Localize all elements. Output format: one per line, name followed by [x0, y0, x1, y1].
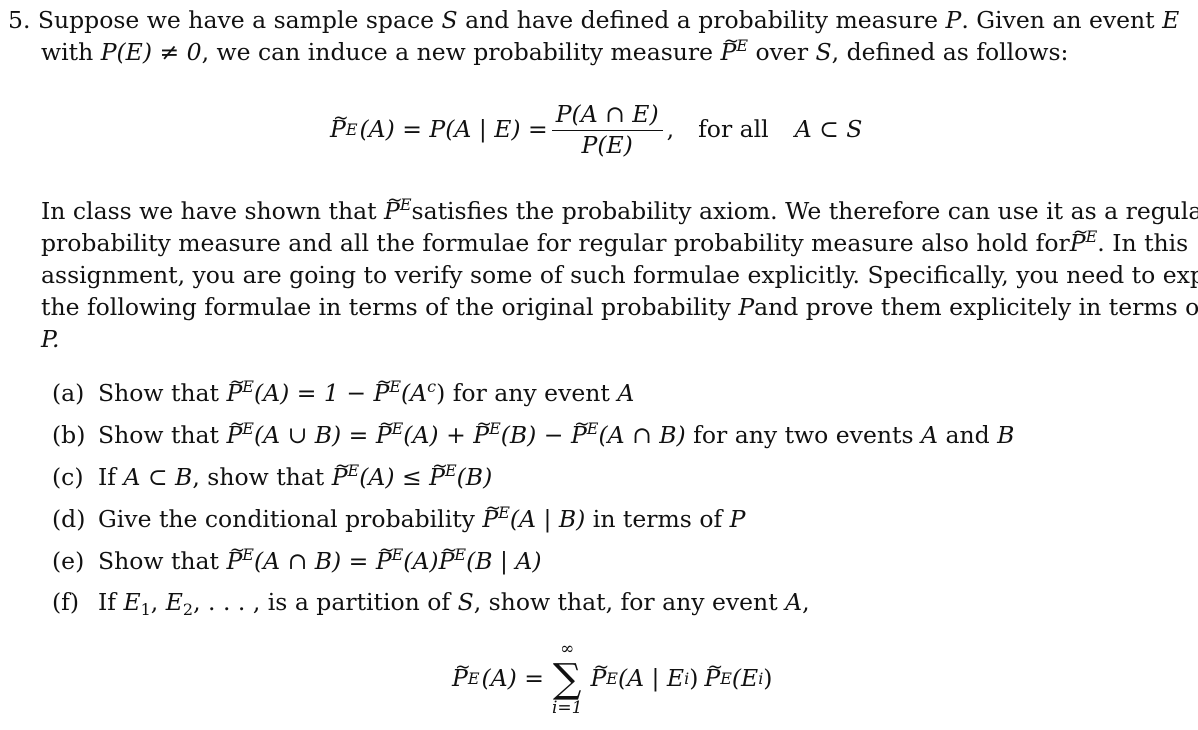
- item-b: (b) Show that ~ PE(A ∪ B) = ~ PE(A) + ~ PE(B…: [52, 414, 1015, 449]
- fraction-numerator: P(A ∩ E): [551, 102, 663, 131]
- paragraph-line-4: the following formulae in terms of the o…: [41, 293, 1198, 321]
- item-d: (d) Give the conditional probability ~ PE(…: [52, 498, 746, 533]
- intro-line-2: with P(E) ≠ 0, we can induce a new proba…: [41, 31, 1069, 66]
- item-f: (f) If E1, E2, . . . , is a partition of …: [52, 588, 810, 619]
- intro-line-1: 5. Suppose we have a sample space S and …: [8, 6, 1180, 34]
- p-tilde-symbol: ~ P: [373, 372, 393, 407]
- sum-lower-limit: i=1: [551, 697, 583, 718]
- p-tilde-symbol: ~ P: [429, 456, 448, 491]
- p-tilde-symbol: ~ P: [375, 414, 395, 449]
- p-tilde-symbol: ~ P: [375, 540, 395, 575]
- p-tilde-symbol: ~ P: [330, 108, 349, 144]
- p-tilde-symbol: ~ P: [704, 656, 724, 692]
- paragraph-line-2: probability measure and all the formulae…: [41, 222, 1189, 257]
- fraction: P(A ∩ E) P(E): [551, 102, 663, 159]
- paragraph-line-1: In class we have shown that ~ PE satisfie…: [41, 190, 1198, 225]
- fraction-denominator: P(E): [581, 130, 633, 159]
- p-tilde-symbol: ~ P: [384, 190, 403, 225]
- p-tilde-symbol: ~ P: [482, 498, 502, 533]
- p-tilde-symbol: ~ P: [226, 414, 246, 449]
- item-e: (e) Show that ~ PE(A ∩ B) = ~ PE(A) ~ PE(B | …: [52, 540, 542, 575]
- paragraph-line-3: assignment, you are going to verify some…: [41, 261, 1198, 289]
- p-tilde-symbol: ~ P: [720, 31, 740, 66]
- partition-formula: ~ P E (A) = ∞ ∑ i=1 ~ P E (A | Ei) ~ P E (E i): [452, 639, 773, 718]
- paragraph-line-5: P.: [41, 325, 60, 353]
- p-tilde-symbol: ~ P: [226, 372, 246, 407]
- p-tilde-symbol: ~ P: [226, 540, 246, 575]
- item-c: (c) If A ⊂ B, show that ~ PE(A) ≤ ~ PE(B): [52, 456, 493, 491]
- p-tilde-symbol: ~ P: [1069, 222, 1089, 257]
- p-tilde-symbol: ~ P: [452, 656, 471, 692]
- item-a: (a) Show that ~ PE(A) = 1 − ~ PE(Ac) for an…: [52, 372, 635, 407]
- summation: ∞ ∑ i=1: [552, 640, 583, 717]
- p-tilde-symbol: ~ P: [473, 414, 492, 449]
- p-tilde-symbol: ~ P: [590, 656, 610, 692]
- sigma-symbol: ∑: [552, 655, 582, 702]
- p-tilde-symbol: ~ P: [438, 540, 458, 575]
- p-tilde-symbol: ~ P: [570, 414, 590, 449]
- problem-number: 5.: [8, 6, 31, 34]
- p-tilde-symbol: ~ P: [331, 456, 351, 491]
- definition-equation: ~ P E (A) = P(A | E) = P(A ∩ E) P(E) , for…: [330, 100, 863, 159]
